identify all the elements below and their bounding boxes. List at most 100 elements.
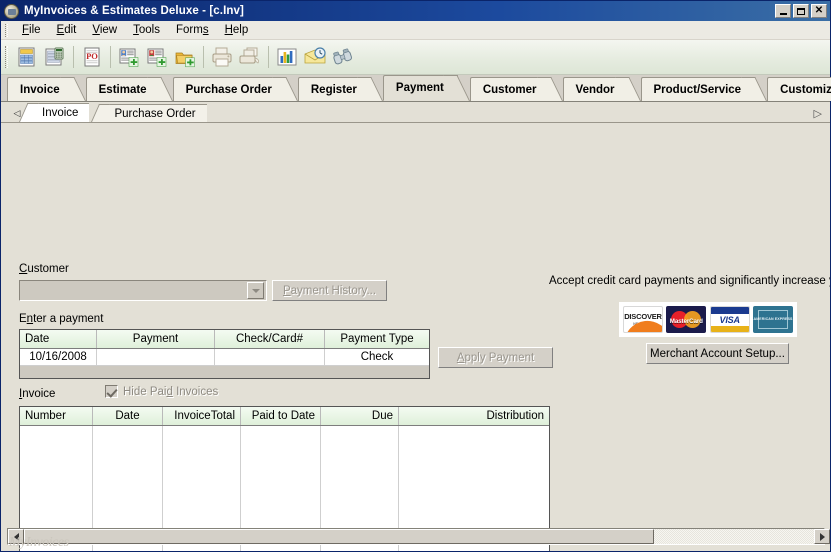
payment-cell-payment-type[interactable]: Check bbox=[325, 349, 429, 365]
visa-label: VISA bbox=[719, 314, 740, 325]
payment-col-check-card: Check/Card# bbox=[215, 330, 325, 348]
tab-register[interactable]: Register bbox=[297, 77, 371, 101]
chevron-down-icon[interactable] bbox=[247, 282, 264, 299]
menu-tools[interactable]: Tools bbox=[125, 22, 168, 38]
add-customer-icon[interactable] bbox=[115, 43, 143, 71]
payment-col-date: Date bbox=[20, 330, 97, 348]
payment-cell-check-card[interactable] bbox=[215, 349, 325, 365]
tab-customer-label: Customer bbox=[482, 83, 537, 96]
menu-edit[interactable]: Edit bbox=[49, 22, 85, 38]
payment-history-button[interactable]: Payment History... bbox=[272, 280, 387, 301]
menu-help-label: elp bbox=[232, 24, 249, 36]
add-product-icon[interactable] bbox=[171, 43, 199, 71]
menu-edit-label: dit bbox=[64, 24, 77, 36]
payment-page-content: Customer Payment History... Enter a paym… bbox=[1, 123, 830, 551]
hide-paid-invoices-checkbox[interactable] bbox=[105, 385, 118, 398]
toolbar-separator-2 bbox=[110, 46, 111, 68]
new-estimate-icon[interactable] bbox=[41, 43, 69, 71]
tab-estimate-label: Estimate bbox=[98, 83, 147, 96]
print-icon[interactable] bbox=[208, 43, 236, 71]
payment-grid-header: Date Payment Check/Card# Payment Type bbox=[20, 330, 429, 349]
scroll-right-button[interactable] bbox=[814, 529, 830, 544]
window-controls: ✕ bbox=[775, 4, 827, 18]
maximize-button[interactable] bbox=[793, 4, 809, 18]
payment-grid[interactable]: Date Payment Check/Card# Payment Type 10… bbox=[19, 329, 430, 379]
horizontal-scrollbar[interactable] bbox=[7, 528, 830, 545]
invoice-col-due: Due bbox=[321, 407, 399, 425]
menu-tools-label: ools bbox=[138, 24, 160, 36]
merchant-account-setup-button[interactable]: Merchant Account Setup... bbox=[646, 343, 789, 364]
find-binoculars-icon[interactable] bbox=[329, 43, 357, 71]
enter-payment-label: Enter a payment bbox=[19, 313, 104, 325]
invoice-col-paid-to-date: Paid to Date bbox=[241, 407, 321, 425]
apply-payment-button-label: pply Payment bbox=[464, 351, 535, 364]
tab-payment-label: Payment bbox=[395, 82, 444, 94]
minimize-button[interactable] bbox=[775, 4, 791, 18]
subtab-purchase-order-label: Purchase Order bbox=[114, 107, 196, 120]
customer-combobox[interactable] bbox=[19, 280, 267, 301]
discover-label: DISCOVER bbox=[624, 312, 662, 321]
reports-chart-icon[interactable] bbox=[273, 43, 301, 71]
new-invoice-icon[interactable] bbox=[13, 43, 41, 71]
hide-paid-invoices-row[interactable]: Hide Paid Invoices bbox=[105, 385, 218, 398]
subtab-scroll-right-icon[interactable]: ▷ bbox=[814, 107, 822, 120]
print-preview-icon[interactable] bbox=[236, 43, 264, 71]
apply-payment-button[interactable]: Apply Payment bbox=[438, 347, 553, 368]
subtab-purchase-order[interactable]: Purchase Order bbox=[99, 104, 207, 122]
tab-vendor[interactable]: Vendor bbox=[562, 77, 629, 101]
credit-card-logos: DISCOVER NETWORK MasterCard VISA AMERICA… bbox=[619, 302, 797, 337]
payment-col-payment: Payment bbox=[97, 330, 215, 348]
subtab-invoice-label: Invoice bbox=[42, 106, 79, 119]
application-window: MyInvoices & Estimates Deluxe - [c.Inv] … bbox=[0, 0, 831, 552]
reminders-clock-icon[interactable] bbox=[301, 43, 329, 71]
toolbar-separator-3 bbox=[203, 46, 204, 68]
visa-card-logo: VISA bbox=[709, 306, 750, 333]
subtab-invoice[interactable]: Invoice bbox=[27, 103, 90, 122]
invoice-col-invoicetotal: InvoiceTotal bbox=[163, 407, 241, 425]
sub-tab-strip: ◁ Invoice Purchase Order ▷ bbox=[1, 102, 830, 123]
payment-grid-row[interactable]: 10/16/2008 Check bbox=[20, 349, 429, 366]
tab-register-label: Register bbox=[310, 83, 357, 96]
invoice-col-date: Date bbox=[93, 407, 163, 425]
add-vendor-icon[interactable] bbox=[143, 43, 171, 71]
toolbar-separator-4 bbox=[268, 46, 269, 68]
tab-product-service[interactable]: Product/Service bbox=[640, 77, 756, 101]
tab-customize[interactable]: Customize bbox=[767, 77, 831, 101]
menu-help[interactable]: Help bbox=[217, 22, 257, 38]
menu-grip[interactable] bbox=[5, 23, 8, 37]
promo-text: Accept credit card payments and signific… bbox=[549, 275, 830, 287]
menu-file[interactable]: File bbox=[14, 22, 49, 38]
toolbar-separator-1 bbox=[73, 46, 74, 68]
menu-view[interactable]: View bbox=[84, 22, 125, 38]
app-icon bbox=[4, 3, 19, 19]
title-bar: MyInvoices & Estimates Deluxe - [c.Inv] … bbox=[1, 1, 830, 21]
payment-cell-payment[interactable] bbox=[97, 349, 215, 365]
purchase-order-icon[interactable]: PO bbox=[78, 43, 106, 71]
tab-invoice[interactable]: Invoice bbox=[7, 77, 74, 101]
payment-cell-date[interactable]: 10/16/2008 bbox=[20, 349, 97, 365]
invoice-grid-header: Number Date InvoiceTotal Paid to Date Du… bbox=[20, 407, 549, 426]
payment-col-payment-type: Payment Type bbox=[340, 333, 414, 345]
hide-paid-invoices-label: Hide Paid Invoices bbox=[123, 385, 219, 398]
menu-forms[interactable]: Forms bbox=[168, 22, 217, 38]
invoice-col-distribution: Distribution bbox=[486, 410, 544, 422]
toolbar: PO bbox=[1, 40, 830, 75]
window-title: MyInvoices & Estimates Deluxe - [c.Inv] bbox=[24, 5, 244, 17]
menu-view-label: iew bbox=[99, 24, 118, 36]
toolbar-grip[interactable] bbox=[5, 46, 8, 68]
scrollbar-track[interactable] bbox=[654, 529, 814, 544]
tab-customer[interactable]: Customer bbox=[469, 77, 551, 101]
invoice-label-rest: nvoice bbox=[22, 388, 56, 400]
tab-purchase-order-label: Purchase Order bbox=[185, 83, 272, 96]
payment-history-button-label: ayment History... bbox=[290, 284, 377, 297]
tab-purchase-order[interactable]: Purchase Order bbox=[172, 77, 286, 101]
tab-payment[interactable]: Payment bbox=[382, 75, 458, 101]
menu-forms-label: Form bbox=[175, 24, 203, 36]
scroll-left-button[interactable] bbox=[8, 529, 24, 544]
mastercard-label: MasterCard bbox=[669, 317, 703, 325]
menu-bar: File Edit View Tools Forms Help bbox=[1, 21, 830, 40]
scrollbar-thumb[interactable] bbox=[24, 529, 654, 544]
tab-vendor-label: Vendor bbox=[575, 83, 615, 96]
close-button[interactable]: ✕ bbox=[811, 4, 827, 18]
tab-estimate[interactable]: Estimate bbox=[85, 77, 161, 101]
